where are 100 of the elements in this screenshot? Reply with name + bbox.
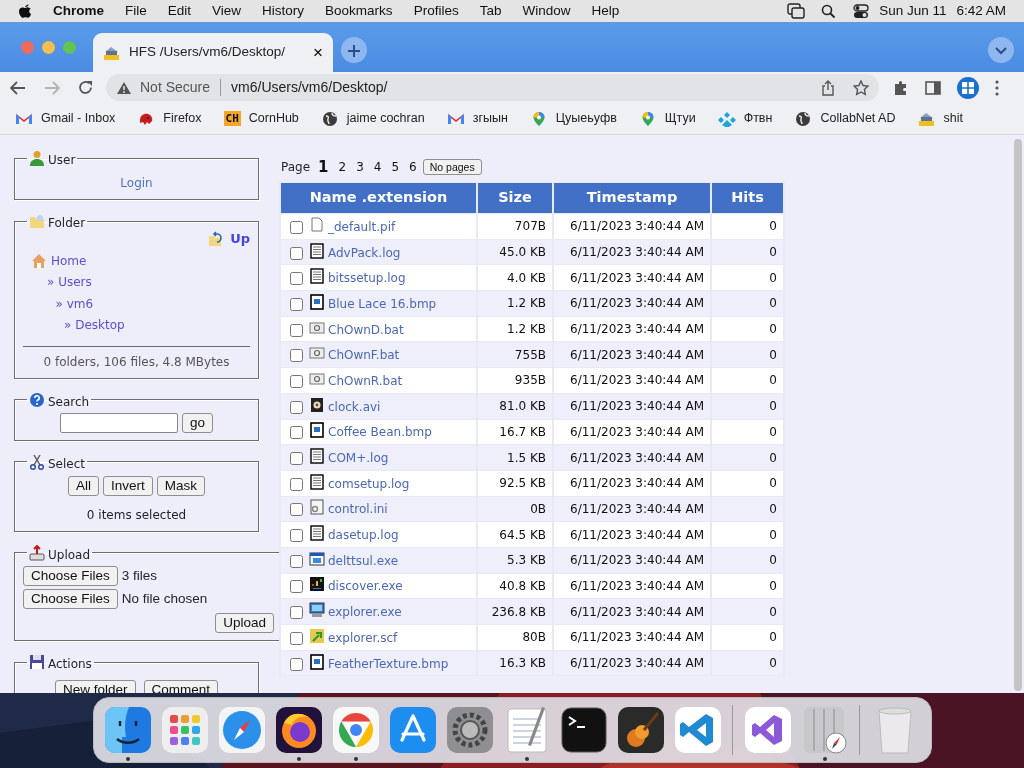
menu-icon[interactable] bbox=[995, 79, 999, 96]
column-header[interactable]: Name .extension bbox=[281, 183, 476, 213]
infinity-icon[interactable] bbox=[742, 705, 793, 755]
menu-item[interactable]: History bbox=[262, 0, 305, 22]
menu-item[interactable]: Bookmarks bbox=[325, 0, 393, 22]
menu-item[interactable]: Edit bbox=[167, 0, 192, 22]
new-tab-button[interactable] bbox=[341, 37, 367, 63]
back-icon[interactable] bbox=[10, 80, 26, 95]
search-icon[interactable] bbox=[821, 3, 837, 19]
checkbox[interactable] bbox=[290, 246, 303, 260]
breadcrumb-link[interactable]: » Desktop bbox=[64, 315, 125, 337]
page-link[interactable]: 3 bbox=[356, 158, 364, 176]
breadcrumb-link[interactable]: Home bbox=[51, 250, 87, 272]
menu-item[interactable]: File bbox=[125, 0, 147, 22]
breadcrumb-link[interactable]: » vm6 bbox=[55, 293, 94, 315]
choose-files-button[interactable]: Choose Files bbox=[23, 565, 118, 586]
login-link[interactable]: Login bbox=[120, 176, 153, 190]
bookmark[interactable]: CollabNet AD bbox=[794, 109, 896, 128]
bookmark[interactable]: shit bbox=[917, 109, 963, 128]
bookmark[interactable]: Firefox bbox=[137, 109, 202, 128]
compass-icon[interactable] bbox=[216, 705, 267, 755]
column-header[interactable]: Hits bbox=[712, 183, 783, 213]
menu-item[interactable]: Profiles bbox=[413, 0, 459, 22]
scrollbar[interactable] bbox=[1014, 139, 1022, 691]
checkbox[interactable] bbox=[290, 323, 303, 337]
search-field[interactable] bbox=[60, 412, 178, 433]
smiling-face-icon[interactable] bbox=[102, 705, 153, 755]
checkbox[interactable] bbox=[290, 580, 303, 594]
menu-item[interactable]: Help bbox=[591, 0, 620, 22]
page-link[interactable]: 6 bbox=[409, 158, 417, 176]
checkbox[interactable] bbox=[290, 349, 303, 363]
window-stack-icon[interactable] bbox=[787, 3, 806, 19]
checkbox[interactable] bbox=[290, 606, 303, 620]
checkbox[interactable] bbox=[290, 631, 303, 645]
file-link[interactable]: clock.avi bbox=[328, 399, 381, 414]
column-header[interactable]: Size bbox=[478, 183, 552, 213]
bookmark[interactable]: Щтуи bbox=[638, 109, 696, 128]
upload-button[interactable]: Upload bbox=[215, 613, 274, 633]
gear-icon[interactable] bbox=[444, 705, 495, 755]
flame-globe-icon[interactable] bbox=[273, 705, 324, 755]
table-cell: 6/11/2023 3:40:44 AM bbox=[554, 522, 710, 547]
menu-item[interactable]: View bbox=[212, 0, 242, 22]
bookmark[interactable]: згыын bbox=[446, 109, 508, 128]
breadcrumb-link[interactable]: » Users bbox=[47, 272, 92, 294]
folder-icon bbox=[29, 213, 45, 229]
grid-avatar-icon[interactable] bbox=[957, 76, 979, 99]
table-cell: 81.0 KB bbox=[478, 393, 552, 419]
checkbox[interactable] bbox=[290, 426, 303, 440]
puzzle-icon[interactable] bbox=[893, 79, 909, 96]
checkbox[interactable] bbox=[290, 529, 303, 543]
page-link[interactable]: 4 bbox=[373, 158, 382, 176]
toggle-icon[interactable] bbox=[853, 3, 870, 19]
up-link[interactable]: Up bbox=[230, 229, 250, 249]
checkbox[interactable] bbox=[290, 374, 303, 388]
select-button[interactable]: Invert bbox=[103, 475, 153, 496]
checkbox[interactable] bbox=[290, 220, 303, 234]
sidebar-icon[interactable] bbox=[925, 80, 941, 95]
menu-item[interactable]: Window bbox=[522, 0, 571, 22]
page-link[interactable]: 2 bbox=[338, 158, 347, 176]
bookmark[interactable]: Gmail - Inbox bbox=[15, 109, 116, 128]
address-bar[interactable]: Not Secure vm6/Users/vm6/Desktop/ bbox=[106, 74, 879, 101]
share-icon[interactable] bbox=[821, 79, 835, 96]
checkbox[interactable] bbox=[290, 657, 303, 671]
checkbox[interactable] bbox=[290, 554, 303, 568]
tab-search-button[interactable] bbox=[988, 37, 1014, 63]
checkbox[interactable] bbox=[290, 503, 303, 517]
app-grid-icon[interactable] bbox=[159, 705, 210, 755]
settings-file-icon bbox=[309, 499, 325, 516]
browser-tab[interactable]: HFS /Users/vm6/Desktop/ × bbox=[93, 33, 333, 72]
star-icon[interactable] bbox=[853, 79, 869, 96]
apple-icon[interactable] bbox=[18, 3, 32, 19]
tab-close-button[interactable]: × bbox=[313, 44, 323, 61]
bookmark[interactable]: CH CornHub bbox=[223, 109, 299, 128]
checkbox[interactable] bbox=[290, 400, 303, 414]
app-menu[interactable]: Chrome bbox=[53, 0, 104, 22]
bookmark[interactable]: jaime cochran bbox=[320, 109, 425, 128]
guitar-icon[interactable] bbox=[615, 705, 666, 755]
file-link[interactable]: COM+.log bbox=[328, 451, 389, 466]
select-button[interactable]: Mask bbox=[156, 475, 205, 496]
terminal-icon[interactable] bbox=[558, 705, 609, 755]
page-link[interactable]: 1 bbox=[318, 155, 329, 179]
bookmark[interactable]: Цуыеьуфв bbox=[529, 109, 617, 128]
tools-icon[interactable] bbox=[387, 705, 438, 755]
table-cell: 6/11/2023 3:40:44 AM bbox=[554, 368, 710, 393]
checkbox[interactable] bbox=[290, 452, 303, 466]
go-button[interactable]: go bbox=[182, 412, 213, 433]
ribbon-icon[interactable] bbox=[672, 705, 723, 755]
column-header[interactable]: Timestamp bbox=[554, 183, 710, 213]
checkbox[interactable] bbox=[290, 477, 303, 491]
no-pages-button[interactable]: No pages bbox=[422, 159, 482, 175]
menu-item[interactable]: Tab bbox=[479, 0, 502, 22]
page-link[interactable]: 5 bbox=[391, 158, 400, 176]
checkbox[interactable] bbox=[290, 297, 303, 311]
color-wheel-icon[interactable] bbox=[330, 705, 381, 755]
reload-icon[interactable] bbox=[78, 80, 93, 95]
bookmark[interactable]: Фтвн bbox=[717, 109, 773, 128]
file-link[interactable]: control.ini bbox=[328, 502, 388, 517]
choose-files-button[interactable]: Choose Files bbox=[23, 588, 118, 609]
checkbox[interactable] bbox=[290, 272, 303, 286]
select-button[interactable]: All bbox=[67, 475, 99, 496]
